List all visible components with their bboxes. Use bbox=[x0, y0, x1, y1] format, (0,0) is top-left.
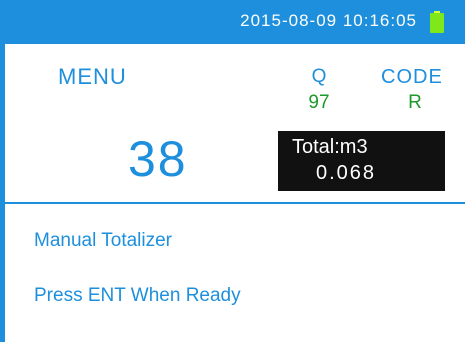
main-reading: 38 bbox=[128, 131, 188, 187]
code-label: CODE bbox=[381, 66, 443, 88]
battery-icon bbox=[430, 11, 444, 33]
message-line-1: Manual Totalizer bbox=[34, 230, 173, 251]
meter-screen: 2015-08-09 10:16:05 MENU Q 97 CODE R 38 … bbox=[0, 0, 465, 342]
total-label: Total:m3 bbox=[292, 136, 368, 158]
q-value: 97 bbox=[308, 92, 330, 113]
q-label: Q bbox=[311, 66, 327, 87]
divider bbox=[0, 202, 465, 204]
total-box: Total:m3 0.068 bbox=[278, 131, 445, 191]
code-value: R bbox=[408, 92, 422, 113]
total-value: 0.068 bbox=[316, 162, 377, 184]
menu-label: MENU bbox=[58, 64, 127, 89]
left-border bbox=[0, 0, 5, 342]
datetime-display: 2015-08-09 10:16:05 bbox=[240, 11, 417, 30]
status-bar: 2015-08-09 10:16:05 bbox=[0, 0, 465, 44]
message-line-2: Press ENT When Ready bbox=[34, 285, 241, 306]
